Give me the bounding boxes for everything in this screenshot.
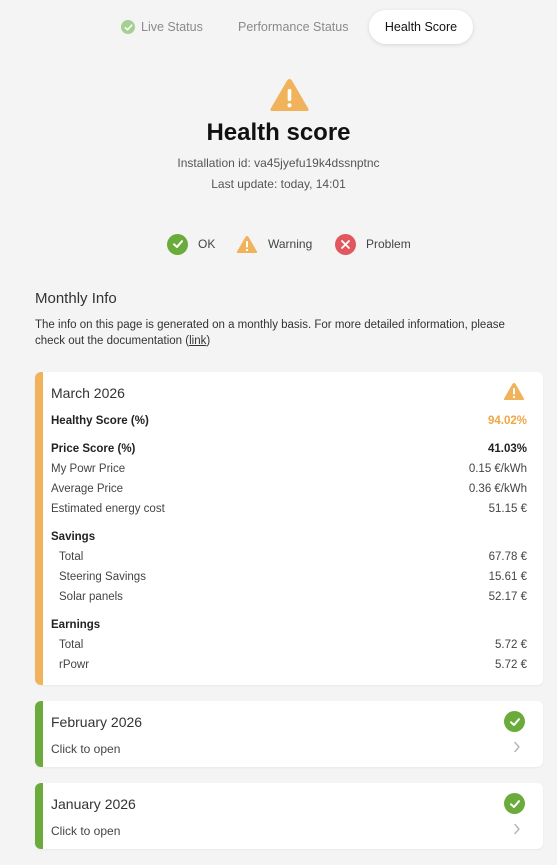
legend-ok: OK	[167, 233, 215, 255]
healthy-score-label: Healthy Score (%)	[51, 415, 149, 427]
price-score-value: 41.03%	[487, 443, 527, 455]
average-price-value: 0.36 €/kWh	[468, 483, 527, 495]
rpowr-row: rPowr 5.72 €	[51, 657, 527, 673]
legend-problem: Problem	[335, 233, 411, 255]
legend-warning-label: Warning	[268, 237, 313, 251]
section-title: Monthly Info	[35, 290, 117, 307]
price-score-row: Price Score (%) 41.03%	[51, 441, 527, 457]
tab-bar: Live Status Performance Status Health Sc…	[0, 10, 557, 44]
rpowr-label: rPowr	[59, 659, 90, 671]
tab-health-score-label: Health Score	[384, 20, 458, 34]
month-card-february[interactable]: February 2026 Click to open	[35, 701, 543, 767]
card-title: January 2026	[51, 796, 136, 812]
legend-warning: Warning	[236, 233, 312, 255]
status-bar	[35, 783, 43, 849]
steering-savings-value: 15.61 €	[488, 571, 527, 583]
tab-live-status-label: Live Status	[141, 20, 203, 34]
documentation-link[interactable]: link	[189, 335, 206, 347]
earnings-total-row: Total 5.72 €	[51, 637, 527, 653]
check-icon	[504, 793, 525, 814]
installation-id: Installation id: va45jyefu19k4dssnptnc	[177, 156, 380, 170]
tab-performance-status[interactable]: Performance Status	[238, 10, 348, 44]
status-bar	[35, 372, 43, 685]
my-powr-price-label: My Powr Price	[51, 463, 126, 475]
savings-label: Savings	[51, 531, 96, 543]
page-title: Health score	[206, 119, 351, 146]
average-price-label: Average Price	[51, 483, 124, 495]
steering-savings-label: Steering Savings	[59, 571, 146, 583]
card-title: February 2026	[51, 714, 143, 730]
click-to-open[interactable]: Click to open	[51, 742, 120, 756]
close-icon	[335, 233, 356, 255]
steering-savings-row: Steering Savings 15.61 €	[51, 569, 527, 585]
chevron-right-icon[interactable]	[513, 741, 521, 753]
estimated-cost-value: 51.15 €	[488, 503, 527, 515]
warning-icon	[503, 383, 525, 400]
my-powr-price-value: 0.15 €/kWh	[468, 463, 527, 475]
month-card-march[interactable]: March 2026 Healthy Score (%) 94.02% Pric…	[35, 372, 543, 685]
savings-total-value: 67.78 €	[488, 551, 527, 563]
savings-total-row: Total 67.78 €	[51, 549, 527, 565]
card-title: March 2026	[51, 385, 125, 401]
check-icon	[167, 233, 188, 255]
check-icon	[504, 711, 525, 732]
solar-panels-value: 52.17 €	[488, 591, 527, 603]
warning-icon	[236, 235, 258, 253]
estimated-cost-label: Estimated energy cost	[51, 503, 165, 515]
warning-icon	[270, 79, 309, 111]
estimated-cost-row: Estimated energy cost 51.15 €	[51, 501, 527, 517]
chevron-right-icon[interactable]	[513, 823, 521, 835]
tab-performance-status-label: Performance Status	[238, 20, 349, 34]
check-icon	[121, 20, 135, 34]
average-price-row: Average Price 0.36 €/kWh	[51, 481, 527, 497]
earnings-total-label: Total	[59, 639, 84, 651]
earnings-total-value: 5.72 €	[495, 639, 527, 651]
tab-health-score[interactable]: Health Score	[369, 10, 473, 44]
price-score-label: Price Score (%)	[51, 443, 136, 455]
legend-ok-label: OK	[198, 237, 216, 251]
month-card-january[interactable]: January 2026 Click to open	[35, 783, 543, 849]
savings-total-label: Total	[59, 551, 84, 563]
last-update: Last update: today, 14:01	[211, 177, 346, 191]
healthy-score-value: 94.02%	[487, 415, 527, 427]
status-bar	[35, 701, 43, 767]
earnings-label: Earnings	[51, 619, 101, 631]
legend-problem-label: Problem	[366, 237, 411, 251]
solar-panels-label: Solar panels	[59, 591, 123, 603]
tab-live-status[interactable]: Live Status	[121, 10, 203, 44]
my-powr-price-row: My Powr Price 0.15 €/kWh	[51, 461, 527, 477]
healthy-score-row: Healthy Score (%) 94.02%	[51, 413, 527, 429]
savings-header: Savings	[51, 529, 527, 545]
section-description: The info on this page is generated on a …	[35, 317, 535, 349]
rpowr-value: 5.72 €	[495, 659, 527, 671]
description-text: The info on this page is generated on a …	[35, 319, 505, 347]
earnings-header: Earnings	[51, 617, 527, 633]
solar-panels-row: Solar panels 52.17 €	[51, 589, 527, 605]
description-text-end: )	[206, 335, 211, 347]
click-to-open[interactable]: Click to open	[51, 824, 120, 838]
